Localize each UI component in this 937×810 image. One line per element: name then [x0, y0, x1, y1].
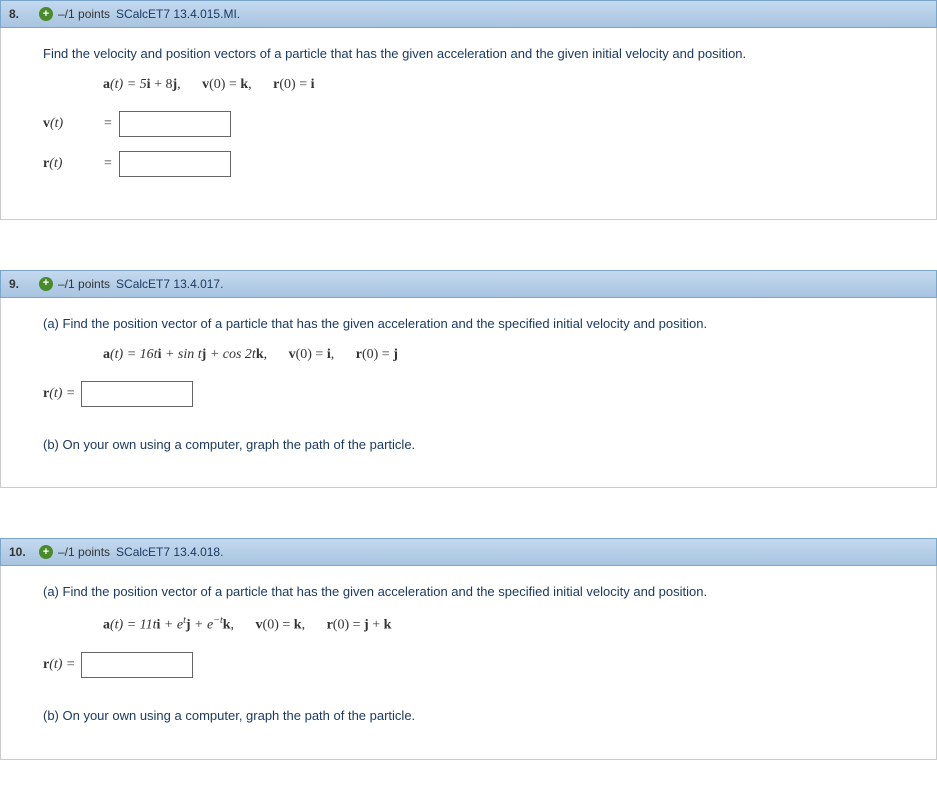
question-header[interactable]: 9. + –/1 points SCalcET7 13.4.017. — [0, 270, 937, 298]
equals-sign: = — [97, 116, 119, 132]
position-input[interactable] — [119, 151, 231, 177]
part-b-label: (b) — [43, 708, 63, 723]
textbook-reference: SCalcET7 13.4.018. — [116, 545, 223, 559]
question-number: 9. — [6, 277, 39, 291]
answer-row-r: r(t) = — [43, 381, 924, 407]
question-9: 9. + –/1 points SCalcET7 13.4.017. (a) F… — [0, 270, 937, 489]
question-prompt-b: (b) On your own using a computer, graph … — [43, 435, 924, 456]
answer-row-r: r(t) = — [43, 151, 924, 177]
question-header[interactable]: 10. + –/1 points SCalcET7 13.4.018. — [0, 538, 937, 566]
expand-icon[interactable]: + — [39, 277, 53, 291]
expand-icon[interactable]: + — [39, 7, 53, 21]
part-a-label: (a) — [43, 584, 63, 599]
part-b-label: (b) — [43, 437, 63, 452]
points-label: –/1 points — [58, 277, 110, 291]
question-header[interactable]: 8. + –/1 points SCalcET7 13.4.015.MI. — [0, 0, 937, 28]
points-label: –/1 points — [58, 545, 110, 559]
position-input[interactable] — [81, 652, 193, 678]
question-prompt-b: (b) On your own using a computer, graph … — [43, 706, 924, 727]
equals-sign: = — [97, 156, 119, 172]
equation-line: a(t) = 11ti + etj + e−tk, v(0) = k, r(0)… — [103, 615, 924, 634]
question-8: 8. + –/1 points SCalcET7 13.4.015.MI. Fi… — [0, 0, 937, 220]
answer-row-v: v(t) = — [43, 111, 924, 137]
question-prompt: (a) Find the position vector of a partic… — [43, 314, 924, 335]
position-input[interactable] — [81, 381, 193, 407]
textbook-reference: SCalcET7 13.4.015.MI. — [116, 7, 240, 21]
answer-label: r(t) — [43, 156, 97, 172]
answer-row-r: r(t) = — [43, 652, 924, 678]
question-10: 10. + –/1 points SCalcET7 13.4.018. (a) … — [0, 538, 937, 759]
answer-label: r(t) = — [43, 657, 75, 673]
answer-label: r(t) = — [43, 386, 75, 402]
question-body: (a) Find the position vector of a partic… — [0, 298, 937, 489]
answer-label: v(t) — [43, 116, 97, 132]
question-prompt: (a) Find the position vector of a partic… — [43, 582, 924, 603]
points-label: –/1 points — [58, 7, 110, 21]
question-body: (a) Find the position vector of a partic… — [0, 566, 937, 759]
velocity-input[interactable] — [119, 111, 231, 137]
question-prompt: Find the velocity and position vectors o… — [43, 44, 924, 65]
textbook-reference: SCalcET7 13.4.017. — [116, 277, 223, 291]
question-number: 8. — [6, 7, 39, 21]
equation-line: a(t) = 16ti + sin tj + cos 2tk, v(0) = i… — [103, 347, 924, 363]
expand-icon[interactable]: + — [39, 545, 53, 559]
question-number: 10. — [6, 545, 39, 559]
equation-line: a(t) = 5i + 8j, v(0) = k, r(0) = i — [103, 77, 924, 93]
question-body: Find the velocity and position vectors o… — [0, 28, 937, 220]
part-a-label: (a) — [43, 316, 63, 331]
